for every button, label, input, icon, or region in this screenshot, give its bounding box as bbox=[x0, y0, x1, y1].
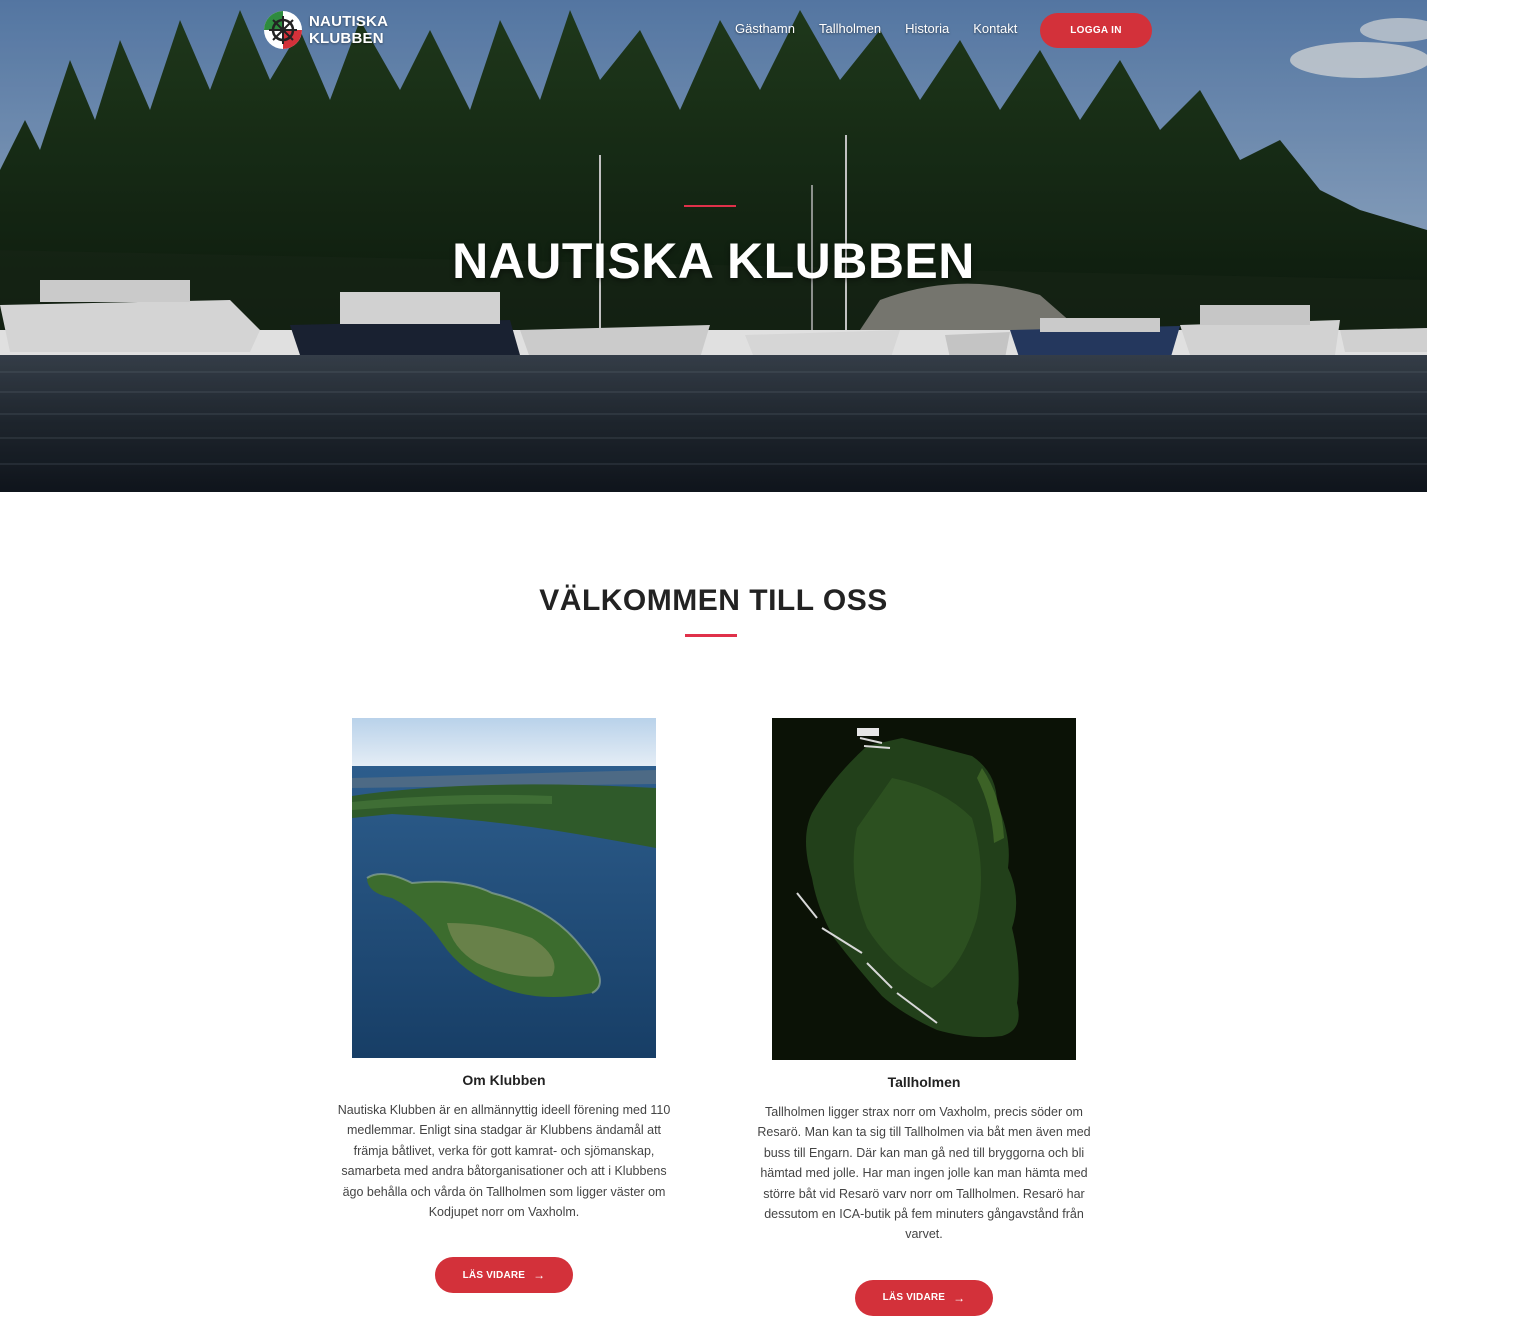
login-button[interactable]: LOGGA IN bbox=[1040, 13, 1152, 48]
arrow-right-icon: → bbox=[953, 1290, 966, 1305]
hero-title: NAUTISKA KLUBBEN bbox=[452, 233, 975, 289]
read-more-button[interactable]: LÄS VIDARE → bbox=[855, 1279, 993, 1316]
hero-banner: NAUTISKA KLUBBEN Gästhamn Tallholmen His… bbox=[0, 0, 1427, 492]
brand-name: NAUTISKA KLUBBEN bbox=[309, 13, 388, 47]
brand-line-2: KLUBBEN bbox=[309, 30, 384, 47]
island-aerial-image bbox=[352, 718, 656, 1058]
arrow-right-icon: → bbox=[533, 1268, 546, 1283]
nav-item-kontakt[interactable]: Kontakt bbox=[973, 21, 1017, 36]
tallholmen-aerial-image bbox=[772, 718, 1076, 1060]
read-more-label: LÄS VIDARE bbox=[462, 1269, 526, 1281]
card-tallholmen: Tallholmen Tallholmen ligger strax norr … bbox=[749, 718, 1099, 1316]
site-header: NAUTISKA KLUBBEN Gästhamn Tallholmen His… bbox=[0, 0, 1427, 60]
main-nav: Gästhamn Tallholmen Historia Kontakt bbox=[735, 21, 1017, 36]
brand-line-1: NAUTISKA bbox=[309, 13, 389, 30]
card-description: Nautiska Klubben är en allmännyttig idee… bbox=[337, 1103, 671, 1220]
card-description: Tallholmen ligger strax norr om Vaxholm,… bbox=[757, 1105, 1091, 1242]
card-title: Tallholmen bbox=[887, 1074, 961, 1090]
welcome-divider bbox=[685, 634, 737, 637]
hero-divider bbox=[684, 205, 736, 207]
card-title: Om Klubben bbox=[462, 1072, 546, 1088]
nav-item-tallholmen[interactable]: Tallholmen bbox=[819, 21, 881, 36]
nav-item-gasthamn[interactable]: Gästhamn bbox=[735, 21, 795, 36]
read-more-label: LÄS VIDARE bbox=[882, 1292, 946, 1304]
read-more-button[interactable]: LÄS VIDARE → bbox=[435, 1257, 573, 1294]
welcome-heading: VÄLKOMMEN TILL OSS bbox=[539, 584, 888, 617]
ship-wheel-icon bbox=[264, 11, 302, 49]
nav-item-historia[interactable]: Historia bbox=[905, 21, 949, 36]
card-om-klubben: Om Klubben Nautiska Klubben är en allmän… bbox=[329, 718, 679, 1294]
site-logo[interactable]: NAUTISKA KLUBBEN bbox=[263, 10, 388, 50]
